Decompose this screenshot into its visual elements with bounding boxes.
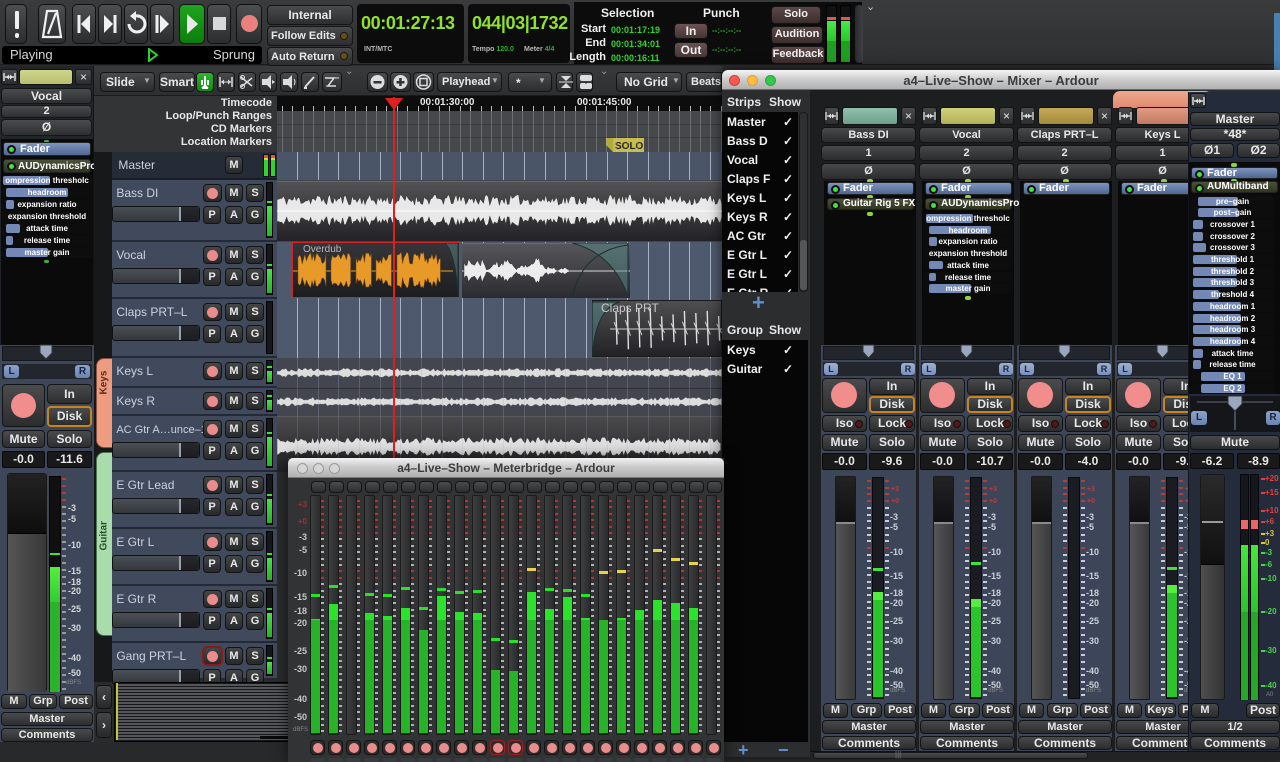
svg-text:SOLO: SOLO — [615, 141, 644, 152]
